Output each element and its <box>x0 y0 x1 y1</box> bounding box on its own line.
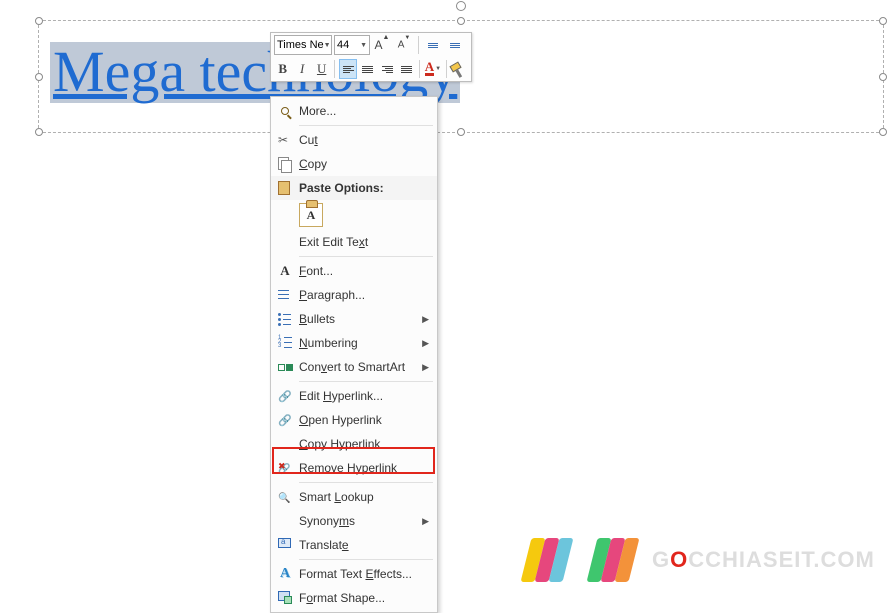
font-size-value: 44 <box>337 39 349 51</box>
mini-format-toolbar: Times Ne ▼ 44 ▼ A▲ A▼ B I U A▼ <box>270 32 472 82</box>
format-shape-icon <box>278 591 292 605</box>
smart-lookup-icon <box>278 490 292 504</box>
font-name-combo[interactable]: Times Ne ▼ <box>274 35 332 55</box>
dropdown-icon: ▼ <box>324 42 331 49</box>
menu-cut[interactable]: Cut <box>271 128 437 152</box>
menu-edit-hyperlink[interactable]: Edit Hyperlink... <box>271 384 437 408</box>
italic-button[interactable]: I <box>293 59 310 79</box>
smartart-icon <box>278 360 292 374</box>
text-effects-icon: A <box>280 566 290 582</box>
menu-numbering[interactable]: 123 Numbering ▶ <box>271 331 437 355</box>
menu-label: Exit Edit Text <box>299 235 429 249</box>
align-right-button[interactable] <box>378 59 395 79</box>
font-color-button[interactable]: A▼ <box>424 59 441 79</box>
menu-label: Remove Hyperlink <box>299 461 429 475</box>
menu-label: Convert to SmartArt <box>299 360 422 374</box>
grow-font-button[interactable]: A▲ <box>372 35 392 55</box>
menu-synonyms[interactable]: Synonyms ▶ <box>271 509 437 533</box>
format-painter-button[interactable] <box>451 59 468 79</box>
menu-label: Copy <box>299 157 429 171</box>
dropdown-icon: ▼ <box>360 42 367 49</box>
shrink-font-button[interactable]: A▼ <box>394 35 414 55</box>
menu-remove-hyperlink[interactable]: Remove Hyperlink <box>271 456 437 480</box>
menu-open-hyperlink[interactable]: Open Hyperlink <box>271 408 437 432</box>
resize-handle-ml[interactable] <box>35 73 43 81</box>
menu-label: Cut <box>299 133 429 147</box>
bullets-icon <box>278 312 292 326</box>
menu-label: Paragraph... <box>299 288 429 302</box>
menu-more[interactable]: More... <box>271 99 437 123</box>
align-justify-button[interactable] <box>398 59 415 79</box>
menu-label: Numbering <box>299 336 422 350</box>
watermark-logo-icon <box>586 532 640 588</box>
resize-handle-br[interactable] <box>879 128 887 136</box>
menu-label: Format Shape... <box>299 591 429 605</box>
resize-handle-mr[interactable] <box>879 73 887 81</box>
menu-label: More... <box>299 104 429 118</box>
submenu-arrow-icon: ▶ <box>422 338 429 349</box>
align-left-button[interactable] <box>339 59 357 79</box>
font-icon: A <box>280 263 289 279</box>
rotate-handle[interactable] <box>456 1 466 11</box>
resize-handle-tr[interactable] <box>879 17 887 25</box>
hyperlink-icon <box>278 413 292 427</box>
format-painter-icon <box>450 59 469 78</box>
menu-label: Paste Options: <box>299 181 429 195</box>
decrease-indent-button[interactable] <box>423 35 443 55</box>
watermark-text: GOCCHIASEIT.COM <box>652 547 875 573</box>
menu-label: Bullets <box>299 312 422 326</box>
translate-icon <box>278 538 292 552</box>
resize-handle-tl[interactable] <box>35 17 43 25</box>
increase-indent-button[interactable] <box>445 35 465 55</box>
submenu-arrow-icon: ▶ <box>422 362 429 373</box>
paste-icon <box>278 181 292 195</box>
menu-copy[interactable]: Copy <box>271 152 437 176</box>
menu-label: Translate <box>299 538 429 552</box>
search-icon <box>281 107 289 115</box>
menu-label: Copy Hyperlink <box>299 437 429 451</box>
submenu-arrow-icon: ▶ <box>422 516 429 527</box>
watermark: GOCCHIASEIT.COM <box>520 532 875 588</box>
hyperlink-icon <box>278 389 292 403</box>
menu-label: Open Hyperlink <box>299 413 429 427</box>
menu-convert-smartart[interactable]: Convert to SmartArt ▶ <box>271 355 437 379</box>
bold-button[interactable]: B <box>274 59 291 79</box>
menu-exit-edit-text[interactable]: Exit Edit Text <box>271 230 437 254</box>
paste-keep-text-only-button[interactable]: A <box>299 203 323 227</box>
submenu-arrow-icon: ▶ <box>422 314 429 325</box>
menu-format-shape[interactable]: Format Shape... <box>271 586 437 610</box>
menu-paste-options-header: Paste Options: <box>271 176 437 200</box>
paragraph-icon <box>278 288 292 302</box>
menu-label: Format Text Effects... <box>299 567 429 581</box>
menu-paragraph[interactable]: Paragraph... <box>271 283 437 307</box>
resize-handle-bm[interactable] <box>457 128 465 136</box>
numbering-icon: 123 <box>278 336 292 350</box>
menu-bullets[interactable]: Bullets ▶ <box>271 307 437 331</box>
menu-label: Synonyms <box>299 514 422 528</box>
watermark-logo-icon <box>520 532 574 588</box>
resize-handle-tm[interactable] <box>457 17 465 25</box>
menu-label: Edit Hyperlink... <box>299 389 429 403</box>
menu-label: Smart Lookup <box>299 490 429 504</box>
menu-format-text-effects[interactable]: A Format Text Effects... <box>271 562 437 586</box>
remove-hyperlink-icon <box>278 461 292 475</box>
copy-icon <box>278 157 292 171</box>
menu-label: Font... <box>299 264 429 278</box>
align-center-button[interactable] <box>359 59 376 79</box>
font-size-combo[interactable]: 44 ▼ <box>334 35 370 55</box>
font-name-value: Times Ne <box>277 39 324 51</box>
underline-button[interactable]: U <box>313 59 330 79</box>
context-menu: More... Cut Copy Paste Options: A Exit E… <box>270 96 438 613</box>
resize-handle-bl[interactable] <box>35 128 43 136</box>
cut-icon <box>278 133 292 147</box>
menu-font[interactable]: A Font... <box>271 259 437 283</box>
menu-smart-lookup[interactable]: Smart Lookup <box>271 485 437 509</box>
menu-paste-options-row: A <box>271 200 437 230</box>
menu-translate[interactable]: Translate <box>271 533 437 557</box>
menu-copy-hyperlink[interactable]: Copy Hyperlink <box>271 432 437 456</box>
